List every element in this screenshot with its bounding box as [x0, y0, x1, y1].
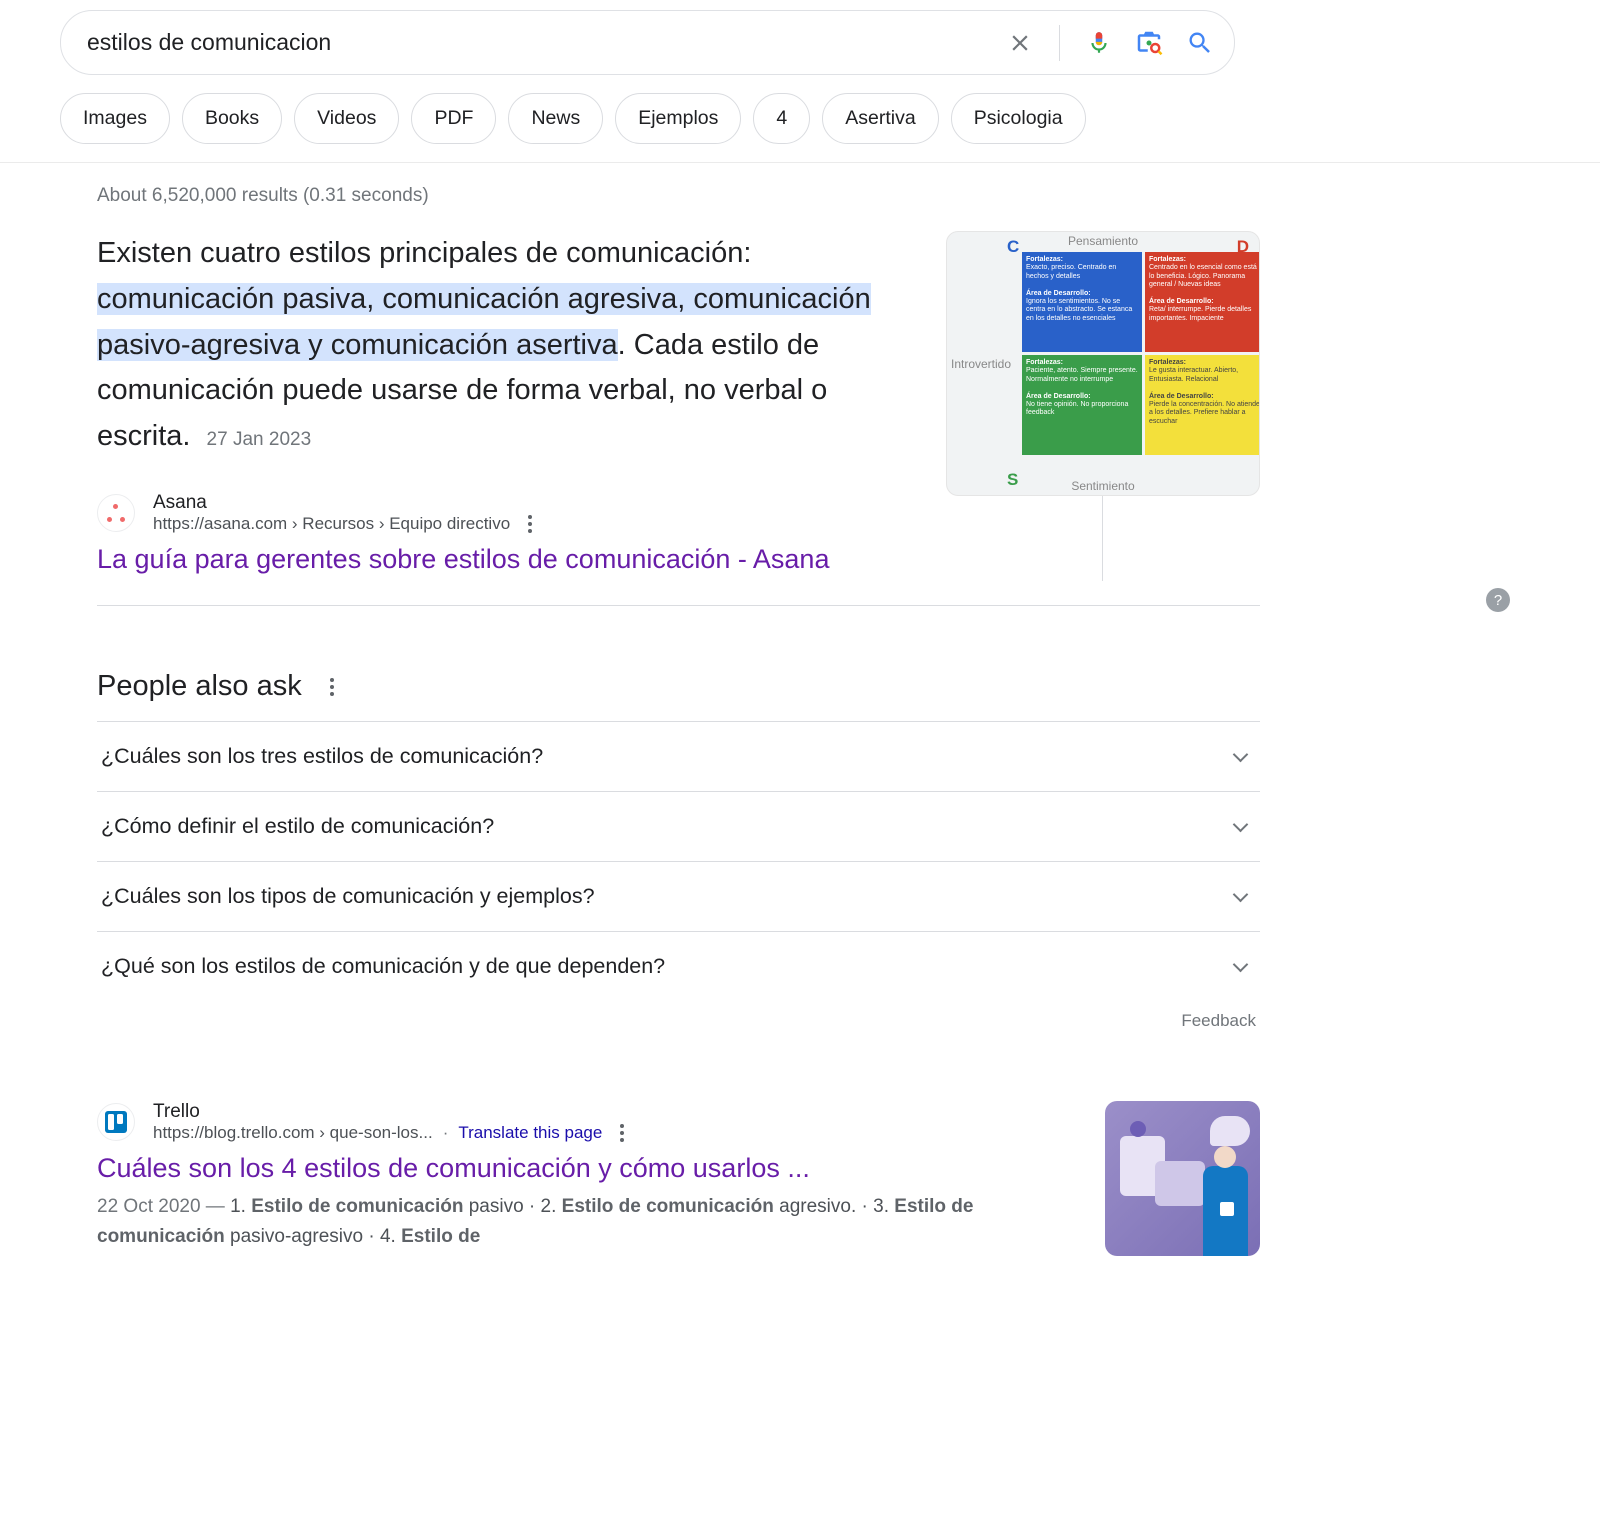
paa-more-icon[interactable]: [330, 678, 334, 696]
chevron-down-icon: [1233, 817, 1249, 833]
trello-favicon: [97, 1103, 135, 1141]
chip-ejemplos[interactable]: Ejemplos: [615, 93, 741, 144]
result-thumbnail[interactable]: [1105, 1101, 1260, 1256]
asana-favicon: [97, 494, 135, 532]
paa-item[interactable]: ¿Cuáles son los tres estilos de comunica…: [97, 721, 1260, 791]
paa-item[interactable]: ¿Cómo definir el estilo de comunicación?: [97, 791, 1260, 861]
featured-result-title[interactable]: La guía para gerentes sobre estilos de c…: [97, 544, 906, 575]
people-also-ask: People also ask ¿Cuáles son los tres est…: [97, 670, 1260, 1031]
featured-image[interactable]: Pensamiento Sentimiento Introvertido Ext…: [946, 231, 1260, 496]
chip-asertiva[interactable]: Asertiva: [822, 93, 938, 144]
more-options-icon[interactable]: [620, 1124, 624, 1142]
divider: [1059, 25, 1060, 61]
search-icon[interactable]: [1186, 29, 1214, 57]
chip-books[interactable]: Books: [182, 93, 282, 144]
result-title[interactable]: Cuáles son los 4 estilos de comunicación…: [97, 1153, 1075, 1184]
image-search-icon[interactable]: [1134, 28, 1164, 58]
help-icon[interactable]: ?: [1486, 588, 1510, 612]
chevron-down-icon: [1233, 747, 1249, 763]
clear-icon[interactable]: [1007, 30, 1033, 56]
paa-title: People also ask: [97, 670, 302, 703]
translate-link[interactable]: Translate this page: [458, 1123, 602, 1143]
chip-videos[interactable]: Videos: [294, 93, 399, 144]
filter-chips: Images Books Videos PDF News Ejemplos 4 …: [0, 75, 1600, 163]
search-input[interactable]: [81, 29, 1007, 56]
featured-snippet: Existen cuatro estilos principales de co…: [97, 231, 1260, 606]
chip-4[interactable]: 4: [753, 93, 810, 144]
source-row: Asana https://asana.com › Recursos › Equ…: [97, 492, 906, 534]
search-bar[interactable]: [60, 10, 1235, 75]
source-name: Asana: [153, 492, 532, 514]
source-url: https://blog.trello.com › que-son-los...: [153, 1123, 433, 1143]
voice-search-icon[interactable]: [1086, 27, 1112, 59]
chip-pdf[interactable]: PDF: [411, 93, 496, 144]
chip-psicologia[interactable]: Psicologia: [951, 93, 1086, 144]
chip-images[interactable]: Images: [60, 93, 170, 144]
source-url: https://asana.com › Recursos › Equipo di…: [153, 514, 510, 534]
snippet-date: 27 Jan 2023: [207, 429, 312, 450]
result-stats: About 6,520,000 results (0.31 seconds): [97, 185, 1260, 207]
chevron-down-icon: [1233, 957, 1249, 973]
chevron-down-icon: [1233, 887, 1249, 903]
snippet-text: Existen cuatro estilos principales de co…: [97, 231, 906, 460]
chip-news[interactable]: News: [508, 93, 603, 144]
feedback-link[interactable]: Feedback: [97, 1001, 1260, 1031]
more-options-icon[interactable]: [528, 515, 532, 533]
result-snippet: 22 Oct 2020 — 1. Estilo de comunicación …: [97, 1192, 1075, 1252]
source-name: Trello: [153, 1101, 624, 1123]
paa-item[interactable]: ¿Cuáles son los tipos de comunicación y …: [97, 861, 1260, 931]
search-result: Trello https://blog.trello.com › que-son…: [97, 1101, 1260, 1256]
paa-item[interactable]: ¿Qué son los estilos de comunicación y d…: [97, 931, 1260, 1001]
